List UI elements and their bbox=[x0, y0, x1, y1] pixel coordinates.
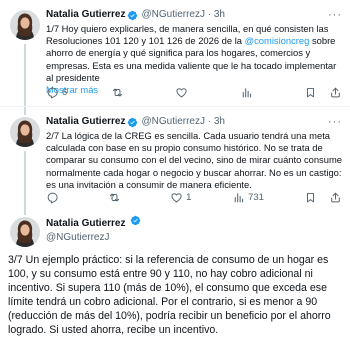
like-count: 1 bbox=[186, 192, 192, 203]
tweet-1[interactable]: Natalia Gutierrez @NGutierrezJ · 3h ··· … bbox=[0, 0, 350, 106]
views-button[interactable] bbox=[240, 86, 262, 99]
author-handle[interactable]: @NGutierrezJ bbox=[141, 8, 205, 22]
author-handle[interactable]: @NGutierrezJ bbox=[46, 232, 110, 243]
views-count: 731 bbox=[248, 192, 264, 203]
verified-badge-icon bbox=[127, 117, 138, 128]
views-icon bbox=[232, 191, 245, 204]
views-icon bbox=[240, 86, 253, 99]
thread-line bbox=[24, 44, 26, 106]
author-handle[interactable]: @NGutierrezJ bbox=[141, 115, 205, 129]
repost-icon bbox=[108, 191, 121, 204]
tweet-time[interactable]: 3h bbox=[214, 8, 225, 22]
like-button[interactable] bbox=[175, 86, 197, 99]
avatar[interactable] bbox=[10, 117, 40, 147]
thread-line bbox=[24, 107, 26, 115]
avatar[interactable] bbox=[10, 217, 40, 247]
separator-dot: · bbox=[204, 116, 214, 127]
heart-icon bbox=[170, 191, 183, 204]
tweet-3[interactable]: Natalia Gutierrez @NGutierrezJ 3/7 Un ej… bbox=[0, 207, 350, 336]
author-name[interactable]: Natalia Gutierrez bbox=[46, 8, 125, 22]
verified-badge-icon bbox=[127, 10, 138, 21]
reply-count: 6 bbox=[62, 87, 68, 98]
separator-dot: · bbox=[204, 9, 214, 20]
more-options-icon[interactable]: ··· bbox=[328, 115, 342, 129]
repost-button[interactable] bbox=[108, 191, 130, 204]
share-icon[interactable] bbox=[329, 191, 342, 204]
mention-link[interactable]: @comisioncreg bbox=[245, 35, 310, 46]
reply-icon bbox=[46, 191, 59, 204]
reply-button[interactable]: 6 bbox=[46, 86, 68, 99]
repost-icon bbox=[111, 86, 124, 99]
verified-badge-icon bbox=[130, 215, 141, 226]
author-name[interactable]: Natalia Gutierrez bbox=[46, 218, 125, 229]
more-options-icon[interactable]: ··· bbox=[328, 8, 342, 22]
author-name[interactable]: Natalia Gutierrez bbox=[46, 115, 125, 129]
thread-line bbox=[24, 207, 26, 215]
views-button[interactable]: 731 bbox=[232, 191, 264, 204]
bookmark-icon[interactable] bbox=[304, 86, 317, 99]
reply-icon bbox=[46, 86, 59, 99]
like-button[interactable]: 1 bbox=[170, 191, 192, 204]
action-bar: 1 731 bbox=[46, 191, 342, 204]
tweet-time[interactable]: 3h bbox=[214, 115, 225, 129]
repost-button[interactable] bbox=[111, 86, 133, 99]
tweet-text: 3/7 Un ejemplo práctico: si la referenci… bbox=[8, 254, 331, 336]
action-bar: 6 bbox=[46, 86, 342, 99]
heart-icon bbox=[175, 86, 188, 99]
tweet-text: 2/7 La lógica de la CREG es sencilla. Ca… bbox=[46, 130, 342, 190]
tweet-2[interactable]: Natalia Gutierrez @NGutierrezJ · 3h ··· … bbox=[0, 107, 350, 207]
avatar[interactable] bbox=[10, 10, 40, 40]
reply-button[interactable] bbox=[46, 191, 68, 204]
bookmark-icon[interactable] bbox=[304, 191, 317, 204]
share-icon[interactable] bbox=[329, 86, 342, 99]
thread-line bbox=[24, 151, 26, 207]
